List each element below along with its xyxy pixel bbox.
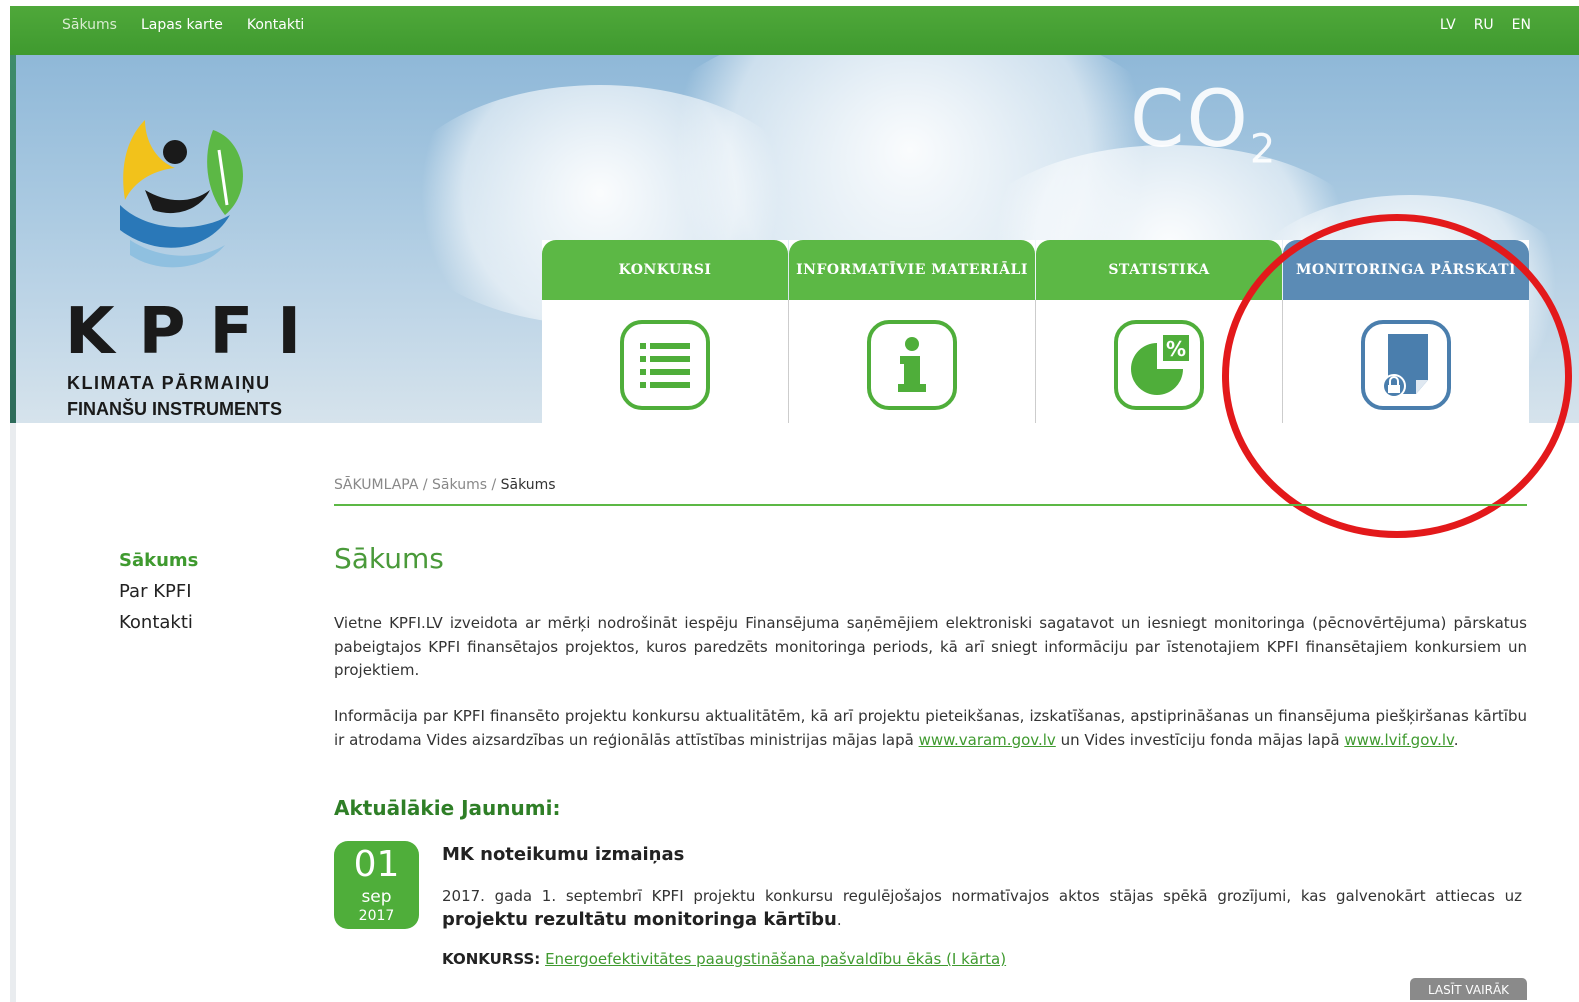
read-more-button[interactable]: LASĪT VAIRĀK [1410, 978, 1527, 1000]
logo-title: KPFI [65, 295, 326, 369]
breadcrumb-separator: / [422, 477, 428, 493]
topnav-link-contacts[interactable]: Kontakti [247, 17, 304, 33]
lang-lv[interactable]: LV [1440, 17, 1456, 33]
logo-tagline-1: KLIMATA PĀRMAIŅU [67, 373, 271, 393]
contest-label: KONKURSS: [442, 950, 541, 968]
intro-paragraph: Vietne KPFI.LV izveidota ar mērķi nodroš… [334, 614, 1527, 679]
logo-mark-icon [120, 120, 243, 268]
contest-link[interactable]: Energoefektivitātes paaugstināšana pašva… [545, 950, 1006, 968]
lang-en[interactable]: EN [1512, 17, 1531, 33]
tile-label: STATISTIKA [1036, 240, 1282, 300]
news-year: 2017 [358, 908, 395, 924]
breadcrumb: SĀKUMLAPA / Sākums / Sākums [334, 477, 556, 493]
hero-edge [10, 55, 16, 423]
tile-informativie-materiali[interactable]: INFORMATĪVIE MATERIĀLI [789, 240, 1039, 423]
lvif-link[interactable]: www.lvif.gov.lv [1344, 731, 1453, 749]
tile-label: KONKURSI [542, 240, 788, 300]
page-edge [10, 423, 16, 1002]
news-day: 01 [353, 844, 400, 885]
news-date-badge: 01 sep 2017 [334, 841, 419, 929]
breadcrumb-mid[interactable]: Sākums [432, 477, 487, 493]
breadcrumb-current: Sākums [500, 477, 556, 493]
pie-chart-percent-icon: % [1114, 320, 1204, 410]
sidenav-item-kontakti[interactable]: Kontakti [119, 607, 198, 638]
news-contest: KONKURSS: Energoefektivitātes paaugstinā… [442, 950, 1006, 968]
breadcrumb-root[interactable]: SĀKUMLAPA [334, 477, 418, 493]
news-body: 2017. gada 1. septembrī KPFI projektu ko… [442, 887, 1522, 930]
list-icon [620, 320, 710, 410]
tile-label: INFORMATĪVIE MATERIĀLI [789, 240, 1035, 300]
news-month: sep [361, 887, 392, 907]
topnav-link-home[interactable]: Sākums [62, 17, 117, 33]
sidenav-item-par-kpfi[interactable]: Par KPFI [119, 576, 198, 607]
news-title[interactable]: MK noteikumu izmaiņas [442, 844, 684, 865]
lang-ru[interactable]: RU [1474, 17, 1494, 33]
sidenav-item-sakums[interactable]: Sākums [119, 545, 198, 576]
topnav-link-sitemap[interactable]: Lapas karte [141, 17, 223, 33]
news-heading: Aktuālākie Jaunumi: [334, 796, 561, 820]
breadcrumb-divider [334, 504, 1527, 506]
side-nav: Sākums Par KPFI Kontakti [119, 545, 198, 638]
top-bar: Sākums Lapas karte Kontakti LV RU EN [10, 6, 1579, 55]
svg-text:%: % [1166, 337, 1186, 361]
info-paragraph: Informācija par KPFI finansēto projektu … [334, 707, 1527, 749]
info-icon [867, 320, 957, 410]
highlight-circle [1222, 214, 1572, 538]
co2-decoration: CO2 [1130, 75, 1278, 173]
varam-link[interactable]: www.varam.gov.lv [919, 731, 1056, 749]
tile-konkursi[interactable]: KONKURSI [542, 240, 792, 423]
breadcrumb-separator: / [491, 477, 497, 493]
logo-tagline-2: FINANŠU INSTRUMENTS [67, 399, 282, 419]
page-title: Sākums [334, 542, 444, 575]
page: Sākums Lapas karte Kontakti LV RU EN CO2 [0, 0, 1579, 1002]
